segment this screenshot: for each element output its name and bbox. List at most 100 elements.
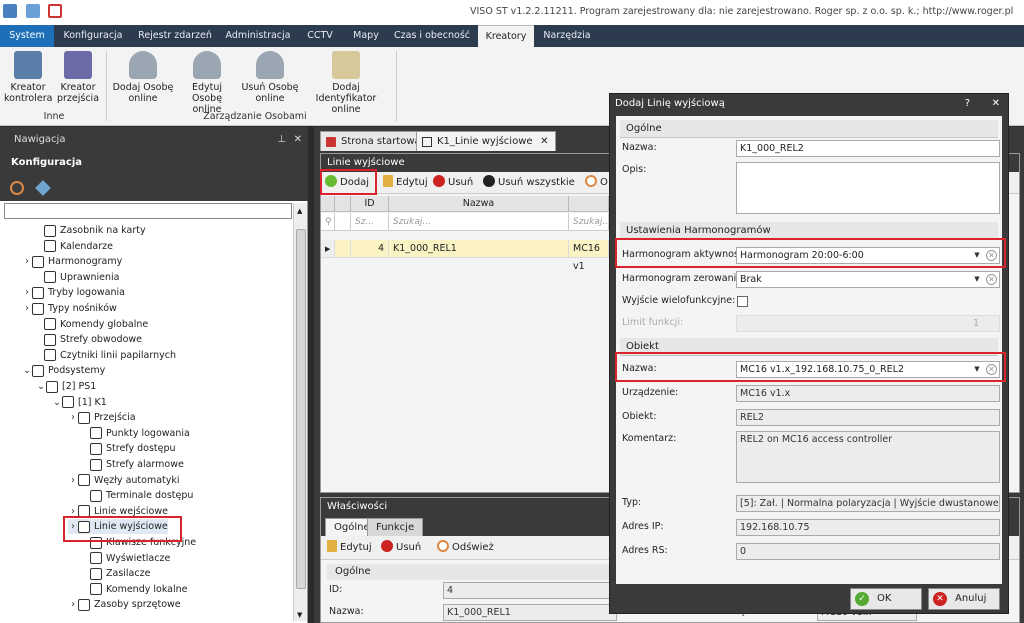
tab-system[interactable]: System (0, 25, 54, 47)
tab-k1-linie-wyjsciowe[interactable]: K1_Linie wyjściowe ✕ (416, 131, 556, 151)
column-header-nazwa[interactable]: Nazwa (389, 196, 569, 212)
home-icon[interactable] (48, 4, 62, 18)
pin-icon[interactable]: ⊥ (277, 127, 286, 153)
row-selector[interactable]: ▶ (321, 240, 335, 258)
expand-arrow-icon[interactable]: › (68, 473, 78, 488)
tree-item[interactable]: Kalendarze (34, 239, 113, 254)
tree-item[interactable]: Klawisze funkcyjne (80, 535, 196, 550)
scroll-thumb[interactable] (296, 229, 306, 589)
tab-strona-startowa[interactable]: Strona startowa (320, 131, 430, 151)
expand-arrow-icon[interactable]: › (68, 519, 78, 534)
tab-administracja[interactable]: Administracja (222, 25, 294, 47)
navigation-scrollbar[interactable]: ▲ ▼ (293, 203, 307, 621)
tree-item[interactable]: › Harmonogramy (22, 254, 122, 269)
tree-item[interactable]: Komendy globalne (34, 317, 148, 332)
tree-item[interactable]: › Tryby logowania (22, 285, 125, 300)
refresh-button[interactable]: O (585, 175, 608, 191)
tab-rejestr-zdarzen[interactable]: Rejestr zdarzeń (132, 25, 218, 47)
tab-konfiguracja[interactable]: Konfiguracja (58, 25, 128, 47)
tree-item[interactable]: ⌄ Podsystemy (22, 363, 105, 378)
tree-item[interactable]: › Zasoby sprzętowe (68, 597, 181, 612)
close-tab-icon[interactable]: ✕ (540, 132, 548, 152)
expand-arrow-icon[interactable]: › (68, 410, 78, 425)
tree-item[interactable]: Strefy obwodowe (34, 332, 142, 347)
expand-arrow-icon[interactable]: ⌄ (52, 395, 62, 410)
tree-item[interactable]: › Typy nośników (22, 301, 117, 316)
navigation-search-input[interactable] (4, 203, 292, 219)
add-person-button[interactable]: Dodaj Osobę online (112, 51, 174, 104)
ok-button[interactable]: ✓ OK (850, 588, 922, 610)
tab-funkcje[interactable]: Funkcje (367, 518, 424, 536)
filter-extra-input[interactable]: Szukaj... (569, 213, 611, 231)
object-name-select[interactable]: MC16 v1.x_192.168.10.75_0_REL2 ▼ ✕ (736, 361, 1000, 378)
tree-item[interactable]: › Linie wejściowe (68, 504, 168, 519)
add-identifier-button[interactable]: Dodaj Identyfikator online (302, 51, 390, 115)
edit-button[interactable]: Edytuj (383, 175, 428, 191)
expand-arrow-icon[interactable]: › (22, 254, 32, 269)
scroll-up-icon[interactable]: ▲ (297, 207, 302, 215)
layers-icon[interactable] (35, 180, 51, 196)
expand-arrow-icon[interactable]: ⌄ (36, 379, 46, 394)
tree-item[interactable]: Punkty logowania (80, 426, 190, 441)
close-icon[interactable]: ✕ (294, 127, 302, 153)
edit-person-button[interactable]: Edytuj Osobę online (176, 51, 238, 115)
remove-person-button[interactable]: Usuń Osobę online (240, 51, 300, 104)
tree-item[interactable]: Strefy alarmowe (80, 457, 184, 472)
table-row-name[interactable]: K1_000_REL1 (389, 240, 569, 258)
controller-wizard-button[interactable]: Kreator kontrolera (4, 51, 52, 104)
clear-icon[interactable]: ✕ (986, 364, 997, 375)
name-field[interactable]: K1_000_REL2 (736, 140, 1000, 157)
chevron-down-icon[interactable]: ▼ (971, 272, 983, 287)
tree-item[interactable]: › Przejścia (68, 410, 136, 425)
filter-name-input[interactable]: Szukaj... (389, 213, 569, 231)
tree-item[interactable]: ⌄ [2] PS1 (36, 379, 96, 394)
add-button[interactable]: Dodaj (325, 175, 369, 191)
tab-narzedzia[interactable]: Narzędzia (538, 25, 596, 47)
dialog-close-icon[interactable]: ✕ (992, 94, 1000, 114)
chevron-down-icon[interactable]: ▼ (971, 362, 983, 377)
tree-item[interactable]: Komendy lokalne (80, 582, 187, 597)
tab-mapy[interactable]: Mapy (346, 25, 386, 47)
expand-arrow-icon[interactable]: › (68, 504, 78, 519)
multifunction-checkbox[interactable] (737, 296, 748, 307)
reset-schedule-select[interactable]: Brak ▼ ✕ (736, 271, 1000, 288)
tab-czas-i-obecnosc[interactable]: Czas i obecność (390, 25, 474, 47)
help-icon[interactable]: ? (965, 94, 970, 114)
expand-arrow-icon[interactable]: › (68, 597, 78, 612)
refresh-icon[interactable] (10, 181, 24, 195)
tree-item[interactable]: Czytniki linii papilarnych (34, 348, 176, 363)
filter-id-input[interactable]: Sz... (351, 213, 389, 231)
tree-item[interactable]: Wyświetlacze (80, 551, 170, 566)
tree-item[interactable]: Zasobnik na karty (34, 223, 146, 238)
tree-item[interactable]: Uprawnienia (34, 270, 119, 285)
tree-item[interactable]: ⌄ [1] K1 (52, 395, 107, 410)
column-header-extra[interactable] (569, 196, 609, 212)
row-expand[interactable] (335, 240, 351, 258)
quick-access-icon[interactable] (26, 4, 40, 18)
clear-icon[interactable]: ✕ (986, 274, 997, 285)
delete-all-button[interactable]: Usuń wszystkie (483, 175, 575, 191)
scroll-down-icon[interactable]: ▼ (297, 611, 302, 619)
expand-arrow-icon[interactable]: ⌄ (22, 363, 32, 378)
delete-button[interactable]: Usuń (433, 175, 473, 191)
tree-item[interactable]: Terminale dostępu (80, 488, 193, 503)
expand-arrow-icon[interactable]: › (22, 285, 32, 300)
tree-item[interactable]: Strefy dostępu (80, 441, 176, 456)
table-row-id[interactable]: 4 (351, 240, 389, 258)
cancel-button[interactable]: ✕ Anuluj (928, 588, 1000, 610)
expand-arrow-icon[interactable]: › (22, 301, 32, 316)
chevron-down-icon[interactable]: ▼ (971, 248, 983, 263)
props-edit-button[interactable]: Edytuj (327, 540, 372, 556)
props-delete-button[interactable]: Usuń (381, 540, 421, 556)
column-header-id[interactable]: ID (351, 196, 389, 212)
passage-wizard-button[interactable]: Kreator przejścia (54, 51, 102, 104)
props-refresh-button[interactable]: Odśwież (437, 540, 494, 556)
description-field[interactable] (736, 162, 1000, 214)
tab-cctv[interactable]: CCTV (298, 25, 342, 47)
tab-kreatory[interactable]: Kreatory (478, 25, 534, 47)
table-row-extra[interactable]: MC16 v1 (569, 240, 609, 272)
tree-item[interactable]: › Węzły automatyki (68, 473, 180, 488)
tree-item[interactable]: › Linie wyjściowe (68, 519, 168, 535)
tree-item[interactable]: Zasilacze (80, 566, 150, 581)
activity-schedule-select[interactable]: Harmonogram 20:00-6:00 ▼ ✕ (736, 247, 1000, 264)
